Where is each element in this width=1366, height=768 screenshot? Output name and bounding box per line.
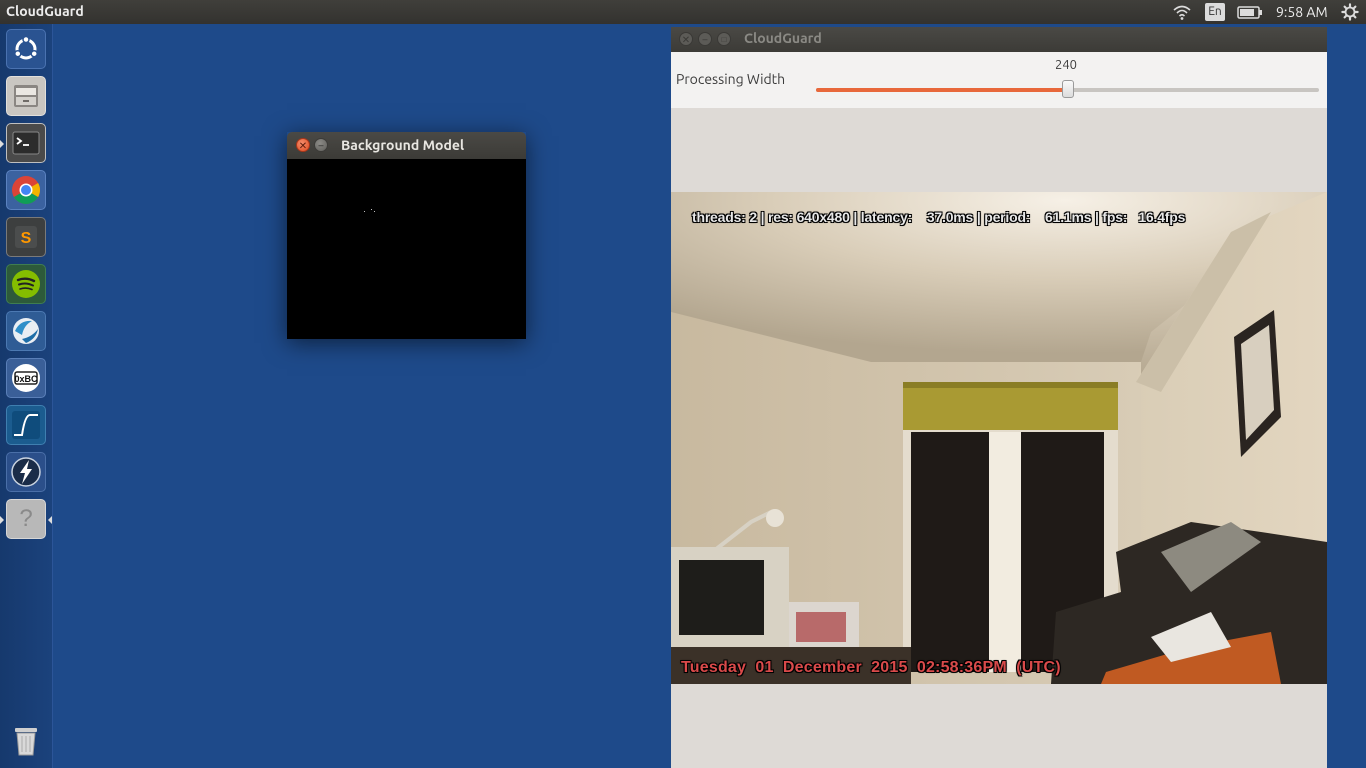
running-indicator	[0, 140, 4, 148]
gear-icon[interactable]	[1340, 3, 1360, 21]
active-app-title: CloudGuard	[6, 3, 84, 19]
slider-fill	[816, 88, 1068, 92]
processing-width-value: 240	[1055, 58, 1077, 72]
unknown-app-icon[interactable]: ?	[6, 499, 46, 539]
window-title: CloudGuard	[744, 30, 822, 46]
processing-width-label: Processing Width	[676, 71, 786, 87]
chrome-icon[interactable]	[6, 170, 46, 210]
window-title: Background Model	[341, 137, 465, 153]
trash-icon[interactable]	[6, 720, 46, 760]
minimize-icon[interactable]: –	[314, 138, 328, 152]
background-model-titlebar[interactable]: ✕ – Background Model	[287, 132, 526, 159]
lightning-icon[interactable]	[6, 452, 46, 492]
ubuntu-dash-icon[interactable]	[6, 29, 46, 69]
camera-image	[671, 192, 1327, 684]
files-icon[interactable]	[6, 76, 46, 116]
stats-overlay: threads: 2 | res: 640x480 | latency: 37.…	[692, 209, 1186, 225]
timestamp-overlay: Tuesday 01 December 2015 02:58:36PM (UTC…	[681, 659, 1061, 676]
close-icon[interactable]: ✕	[296, 138, 310, 152]
controls-panel: Processing Width 240	[671, 52, 1327, 108]
globe-app-icon[interactable]	[6, 311, 46, 351]
slider-thumb[interactable]	[1061, 80, 1074, 98]
battery-icon[interactable]	[1237, 3, 1263, 21]
unknown-app-label: ?	[19, 505, 33, 532]
processing-width-slider[interactable]	[816, 80, 1319, 98]
close-icon[interactable]: ✕	[679, 32, 693, 46]
terminal-icon[interactable]	[6, 123, 46, 163]
oscilloscope-icon[interactable]	[6, 405, 46, 445]
cloudguard-window: ✕ – □ CloudGuard Processing Width 240 th…	[671, 27, 1327, 768]
running-indicator	[0, 516, 4, 524]
clock[interactable]: 9:58 AM	[1276, 4, 1328, 20]
maximize-icon[interactable]: □	[717, 32, 731, 46]
background-model-window: ✕ – Background Model	[287, 132, 526, 339]
minimize-icon[interactable]: –	[698, 32, 712, 46]
focused-indicator	[48, 516, 52, 524]
top-panel: CloudGuard En 9:58 AM	[0, 0, 1366, 24]
hex-editor-icon[interactable]: 0xBC	[6, 358, 46, 398]
camera-feed: threads: 2 | res: 640x480 | latency: 37.…	[671, 192, 1327, 684]
cloudguard-titlebar[interactable]: ✕ – □ CloudGuard	[671, 27, 1327, 52]
keyboard-language-indicator[interactable]: En	[1205, 3, 1225, 21]
spotify-icon[interactable]	[6, 264, 46, 304]
hex-editor-icon-label: 0xBC	[14, 374, 38, 384]
launcher: S 0xBC ?	[0, 24, 53, 768]
wifi-icon[interactable]	[1172, 3, 1192, 21]
background-model-canvas	[287, 159, 526, 339]
sublime-text-icon[interactable]: S	[6, 217, 46, 257]
svg-text:S: S	[21, 230, 32, 247]
